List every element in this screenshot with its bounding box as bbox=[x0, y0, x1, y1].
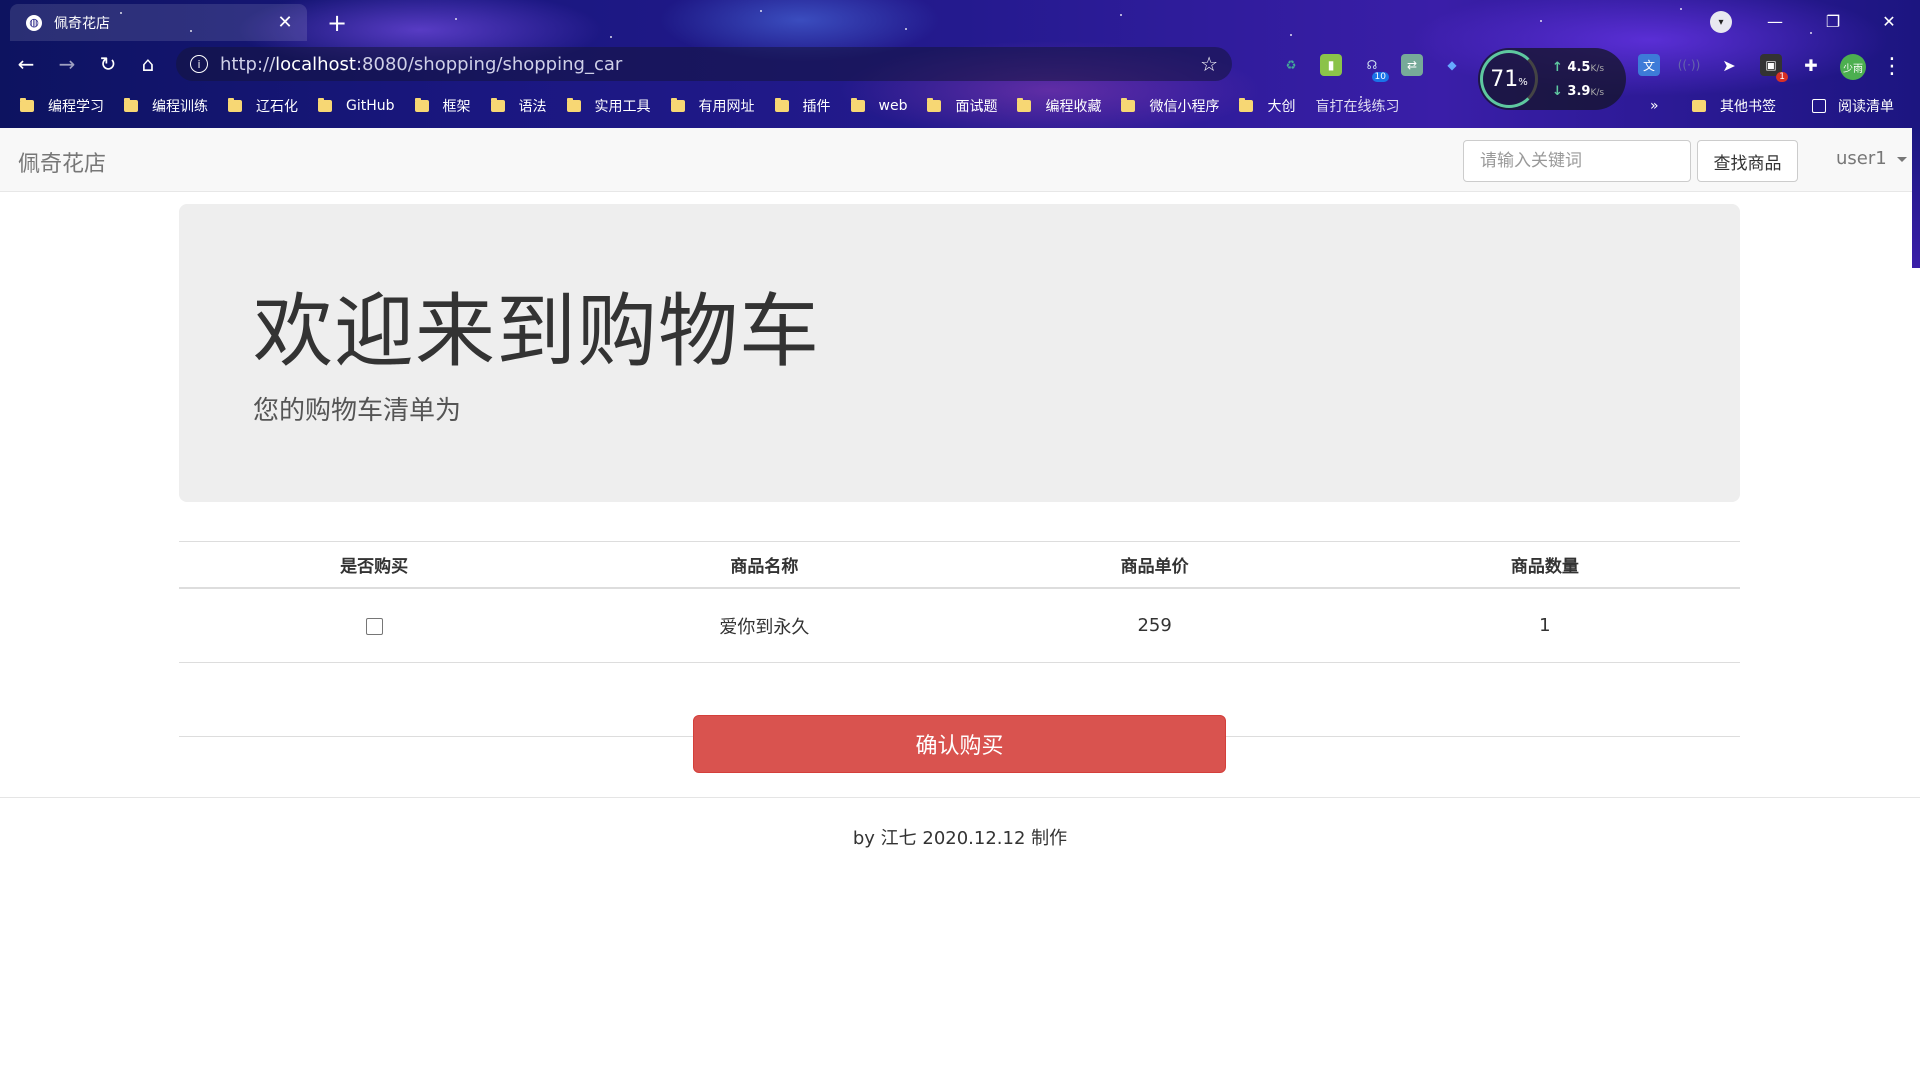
bookmark-folder[interactable]: web bbox=[850, 98, 907, 114]
url-text: http://localhost:8080/shopping/shopping_… bbox=[220, 53, 623, 75]
folder-icon bbox=[927, 98, 942, 112]
page-title: 欢迎来到购物车 bbox=[253, 285, 820, 378]
bookmark-link[interactable]: 盲打在线练习 bbox=[1315, 96, 1399, 116]
close-window-button[interactable]: ✕ bbox=[1866, 6, 1912, 36]
gamepad-extension-icon[interactable]: ☊ 10 bbox=[1361, 54, 1389, 82]
folder-icon bbox=[124, 98, 138, 112]
folder-icon bbox=[850, 98, 865, 112]
upload-speed: 4.5K/s bbox=[1552, 60, 1604, 75]
footer-text: by 江七 2020.12.12 制作 bbox=[852, 828, 1068, 849]
folder-icon bbox=[228, 98, 242, 112]
new-tab-button[interactable]: + bbox=[322, 8, 352, 38]
search-button[interactable]: 查找商品 bbox=[1697, 140, 1798, 182]
col-header-price: 商品单价 bbox=[959, 541, 1350, 589]
tab-title: 佩奇花店 bbox=[54, 15, 110, 32]
bookmark-folder[interactable]: 语法 bbox=[490, 96, 547, 116]
site-navbar: 佩奇花店 查找商品 user1 bbox=[0, 128, 1920, 192]
sync-extension-icon[interactable]: ⇄ bbox=[1401, 54, 1423, 76]
globe-icon: ◍ bbox=[26, 14, 42, 31]
col-header-name: 商品名称 bbox=[569, 541, 960, 589]
folder-icon bbox=[1017, 98, 1032, 112]
user-name: user1 bbox=[1836, 148, 1887, 169]
bookmark-folder[interactable]: 微信小程序 bbox=[1121, 96, 1219, 116]
other-bookmarks-folder[interactable]: 其他书签 bbox=[1692, 88, 1776, 124]
bookmark-folder[interactable]: 插件 bbox=[774, 96, 831, 116]
col-header-buy: 是否购买 bbox=[179, 541, 570, 589]
col-header-qty: 商品数量 bbox=[1349, 541, 1740, 589]
bookmark-folder[interactable]: 实用工具 bbox=[566, 96, 651, 116]
user-dropdown[interactable]: user1 bbox=[1836, 148, 1907, 169]
back-icon[interactable]: ← bbox=[10, 48, 42, 80]
bookmark-folder[interactable]: 有用网址 bbox=[670, 96, 755, 116]
product-qty: 1 bbox=[1349, 588, 1740, 663]
browser-menu-icon[interactable]: ⋮ bbox=[1880, 50, 1904, 82]
folder-icon bbox=[20, 98, 34, 112]
product-name: 爱你到永久 bbox=[569, 588, 960, 663]
confirm-purchase-button[interactable]: 确认购买 bbox=[693, 715, 1226, 773]
reload-icon[interactable]: ↻ bbox=[92, 48, 124, 80]
table-row: 爱你到永久 259 1 bbox=[179, 588, 1740, 663]
browser-tab[interactable]: ◍ 佩奇花店 ✕ bbox=[10, 4, 307, 41]
folder-icon bbox=[318, 98, 332, 112]
empty-cell bbox=[179, 662, 570, 737]
wave-extension-icon[interactable]: ((·)) bbox=[1678, 54, 1701, 76]
tab-search-icon[interactable]: ▾ bbox=[1710, 11, 1732, 33]
bookmarks-bar: 编程学习 编程训练 辽石化 GitHub 框架 语法 实用工具 有用网址 插件 … bbox=[0, 88, 1920, 124]
bookmark-folder[interactable]: 编程收藏 bbox=[1017, 96, 1101, 116]
buy-cell bbox=[179, 588, 570, 663]
caret-down-icon bbox=[1896, 157, 1907, 162]
bookmark-folder[interactable]: GitHub bbox=[318, 98, 395, 114]
bookmark-folder[interactable]: 编程训练 bbox=[124, 96, 208, 116]
puzzle-extensions-icon[interactable]: ✚ bbox=[1800, 54, 1822, 76]
home-icon[interactable]: ⌂ bbox=[132, 48, 164, 80]
product-price: 259 bbox=[959, 588, 1350, 663]
bookmarks-overflow-button[interactable]: » bbox=[1650, 88, 1659, 124]
table-header-row: 是否购买 商品名称 商品单价 商品数量 bbox=[179, 541, 1740, 589]
buy-checkbox[interactable] bbox=[365, 617, 383, 635]
browser-toolbar: ← → ↻ ⌂ i http://localhost:8080/shopping… bbox=[0, 44, 1920, 84]
cart-table: 是否购买 商品名称 商品单价 商品数量 爱你到永久 259 1 bbox=[179, 541, 1740, 737]
profile-avatar[interactable]: 少雨 bbox=[1840, 54, 1866, 80]
folder-icon bbox=[670, 98, 685, 112]
page-subtitle: 您的购物车清单为 bbox=[253, 396, 462, 426]
bookmark-folder[interactable]: 框架 bbox=[414, 96, 471, 116]
diamond-extension-icon[interactable]: ◆ bbox=[1441, 54, 1463, 76]
minimize-button[interactable]: — bbox=[1752, 6, 1798, 36]
bookmark-folder[interactable]: 面试题 bbox=[927, 96, 997, 116]
folder-icon bbox=[566, 98, 581, 112]
bookmark-star-icon[interactable]: ☆ bbox=[1200, 52, 1218, 76]
site-brand[interactable]: 佩奇花店 bbox=[18, 146, 106, 178]
folder-icon bbox=[414, 98, 429, 112]
reading-list-icon bbox=[1812, 99, 1826, 113]
window-edge bbox=[1912, 128, 1920, 268]
folder-icon bbox=[1239, 98, 1254, 112]
bookmark-folder[interactable]: 编程学习 bbox=[20, 96, 104, 116]
telegram-extension-icon[interactable]: ➤ bbox=[1718, 54, 1740, 76]
forward-icon[interactable]: → bbox=[51, 48, 83, 80]
bookmark-folder[interactable]: 辽石化 bbox=[228, 96, 298, 116]
folder-icon bbox=[774, 98, 789, 112]
bookmark-folder[interactable]: 大创 bbox=[1239, 96, 1295, 116]
restore-button[interactable]: ❐ bbox=[1810, 6, 1856, 36]
translate-extension-icon[interactable]: 文 bbox=[1638, 54, 1660, 76]
search-input[interactable] bbox=[1463, 140, 1691, 182]
folder-icon bbox=[1121, 98, 1136, 112]
close-tab-icon[interactable]: ✕ bbox=[273, 11, 297, 35]
address-bar[interactable]: i http://localhost:8080/shopping/shoppin… bbox=[176, 47, 1232, 81]
reading-list-button[interactable]: 阅读清单 bbox=[1812, 88, 1894, 124]
screen-extension-icon[interactable]: ▣ 1 bbox=[1760, 54, 1788, 82]
folder-icon bbox=[1692, 100, 1706, 112]
notes-extension-icon[interactable]: ▮ bbox=[1320, 54, 1342, 76]
folder-icon bbox=[490, 98, 505, 112]
empty-cell bbox=[1349, 662, 1740, 737]
site-info-icon[interactable]: i bbox=[190, 55, 208, 73]
footer-divider bbox=[0, 797, 1920, 798]
welcome-jumbotron: 欢迎来到购物车 您的购物车清单为 bbox=[179, 204, 1740, 502]
recycle-extension-icon[interactable]: ♻ bbox=[1280, 54, 1302, 76]
